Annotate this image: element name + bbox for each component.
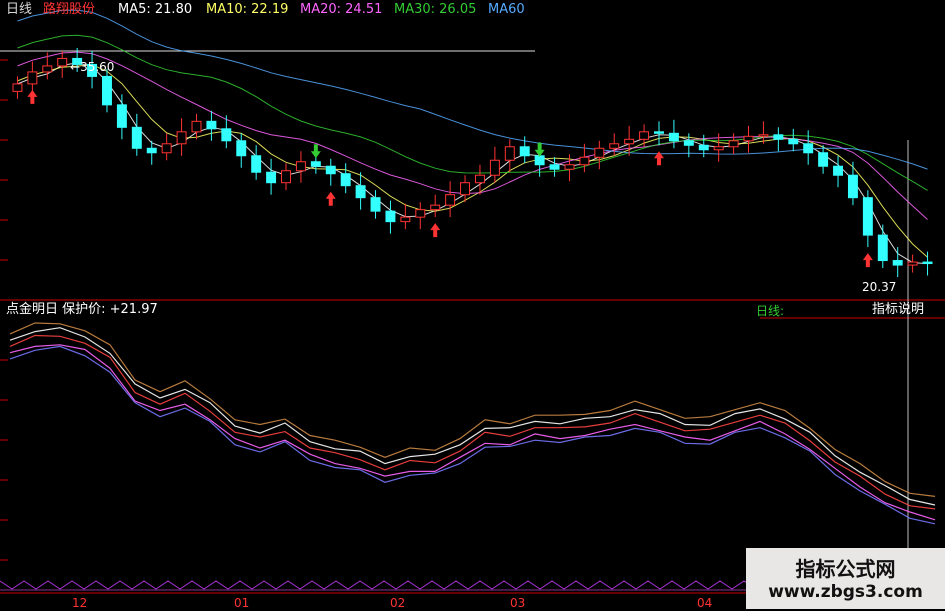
stock-name: 路翔股份 (43, 2, 96, 17)
buy-arrow-icon (862, 253, 873, 268)
candle-body (430, 204, 441, 211)
candle-body (773, 134, 784, 140)
candle-body (758, 134, 769, 137)
sell-arrow-icon (310, 144, 321, 159)
candle-body (310, 161, 321, 167)
candle-body (549, 164, 560, 170)
candle-body (728, 140, 739, 148)
indicator-line (9, 322, 936, 497)
watermark-title: 指标公式网 (795, 557, 896, 581)
ma10-label: MA10: 22.19 (206, 2, 289, 17)
candle-body (176, 131, 187, 145)
candle-body (907, 261, 918, 266)
candle-body (504, 146, 515, 161)
candle-body (266, 171, 277, 184)
candle-body (340, 173, 351, 187)
candle-body (743, 135, 754, 142)
indicator-line (9, 334, 936, 510)
period-label: 日线 (6, 2, 33, 17)
candle-body (27, 71, 38, 85)
candle-body (400, 216, 411, 223)
candle-body (713, 146, 724, 151)
candle-body (102, 75, 112, 106)
buy-arrow-icon (325, 191, 336, 206)
candle-body (564, 164, 575, 170)
candle-body (161, 143, 172, 154)
candle-body (922, 261, 933, 265)
candle-body (862, 197, 873, 236)
candle-body (236, 140, 247, 157)
ma60-label: MA60 (488, 2, 525, 17)
ma-line (17, 51, 928, 220)
high-annotation: ←35.60 (70, 60, 115, 74)
ma-line (17, 34, 928, 191)
candle-body (385, 210, 396, 223)
candle-body (639, 131, 650, 140)
indicator-line (9, 344, 936, 521)
candle-body (683, 140, 694, 146)
candle-body (191, 120, 202, 133)
chart-stage: 日线 路翔股份 MA5: 21.80 MA10: 22.19 MA20: 24.… (0, 0, 945, 610)
candle-body (534, 155, 545, 166)
indicator-period-stub: 日线: (756, 304, 785, 318)
candle-body (609, 143, 620, 149)
candle-body (460, 182, 471, 196)
candle-body (594, 147, 605, 158)
candle-body (116, 104, 127, 128)
candle-body (654, 131, 664, 134)
candle-body (877, 234, 888, 262)
buy-arrow-icon (27, 89, 38, 104)
indicator-line (9, 327, 936, 506)
ma-line (17, 62, 928, 265)
indicator-title: 点金明日 保护价: +21.97 (6, 302, 158, 317)
candle-body (698, 144, 709, 151)
candle-body (42, 65, 53, 73)
low-annotation: 20.37 (862, 280, 897, 294)
candle-body (445, 194, 456, 206)
candle-body (355, 185, 366, 199)
candle-body (833, 165, 844, 176)
candle-body (281, 170, 291, 184)
candle-body (788, 138, 799, 145)
candle-body (489, 159, 500, 176)
candle-body (221, 128, 232, 142)
candle-body (57, 57, 68, 67)
candle-body (146, 147, 157, 154)
candle-body (474, 174, 485, 184)
ma-line (17, 9, 928, 170)
candle-body (818, 152, 829, 167)
candle-body (251, 155, 262, 173)
candle-body (206, 120, 217, 130)
candle-body (847, 174, 858, 199)
candle-body (892, 260, 903, 266)
indicator-explain-button[interactable]: 指标说明 (872, 302, 924, 318)
sell-arrow-icon (534, 142, 545, 157)
candle-body (295, 161, 306, 172)
ma-line (17, 64, 928, 258)
buy-arrow-icon (430, 223, 441, 238)
candle-body (12, 83, 23, 92)
ma20-label: MA20: 24.51 (300, 2, 383, 17)
candle-body (668, 132, 679, 142)
indicator-line (9, 345, 936, 525)
watermark-url: www.zbgs3.com (768, 582, 923, 602)
candle-body (131, 126, 142, 149)
candle-body (415, 209, 426, 218)
candle-body (519, 146, 530, 157)
candle-body (325, 165, 336, 175)
candle-body (803, 143, 814, 154)
candle-body (579, 156, 590, 166)
candle-body (370, 197, 381, 212)
ma30-label: MA30: 26.05 (394, 2, 477, 17)
candle-body (624, 138, 635, 145)
watermark: 指标公式网 www.zbgs3.com (746, 548, 945, 609)
ma5-label: MA5: 21.80 (118, 2, 193, 17)
